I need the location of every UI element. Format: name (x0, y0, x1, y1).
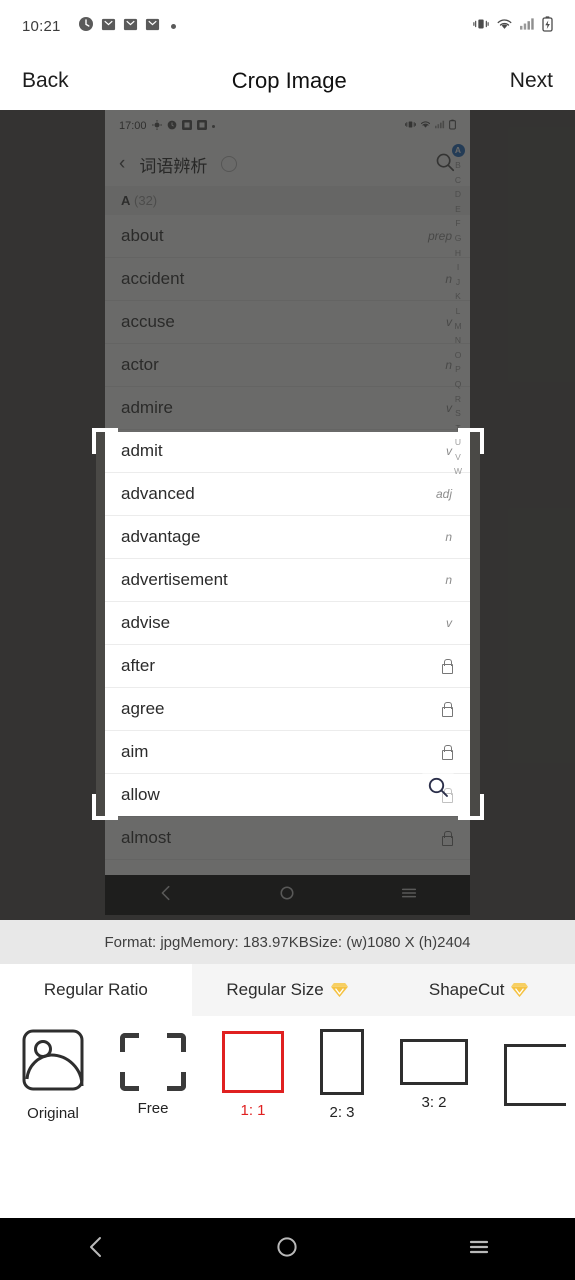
list-item[interactable]: advise v (105, 602, 470, 645)
crop-dim-top (0, 110, 575, 432)
tab-regular-size[interactable]: Regular Size (192, 964, 384, 1016)
crop-dim-left (0, 432, 96, 816)
alphabet-index-item[interactable]: W (454, 464, 462, 479)
home-icon[interactable] (274, 1234, 300, 1265)
ratio-label: Original (27, 1104, 79, 1122)
tab-regular-ratio[interactable]: Regular Ratio (0, 964, 192, 1016)
status-bar-right (473, 16, 553, 36)
vibrate-icon (473, 17, 489, 35)
word-label: admit (121, 441, 163, 460)
portrait-icon (320, 1029, 364, 1095)
alphabet-index-item[interactable]: U (455, 435, 461, 450)
mode-tabs: Regular Ratio Regular Size ShapeCut (0, 964, 575, 1016)
ratio-label: Free (137, 1100, 169, 1117)
ratio-options-strip[interactable]: Original Free 1: 1 2: 3 3: 2 (0, 1016, 575, 1134)
battery-charging-icon (542, 16, 553, 36)
ratio-label: 1: 1 (240, 1102, 266, 1119)
crop-dim-right (480, 432, 575, 816)
image-icon (22, 1029, 84, 1096)
ratio-label: 2: 3 (329, 1104, 355, 1121)
clock-icon (78, 16, 94, 36)
ratio-option-1-1[interactable]: 1: 1 (222, 1031, 284, 1119)
back-icon[interactable] (83, 1234, 109, 1265)
alphabet-index-item[interactable]: V (455, 450, 461, 465)
image-info-text: Format: jpgMemory: 183.97KBSize: (w)1080… (104, 933, 471, 951)
square-icon (222, 1031, 284, 1093)
list-item[interactable]: agree (105, 688, 470, 731)
list-item[interactable]: after (105, 645, 470, 688)
vip-diamond-icon (330, 982, 349, 999)
bottom-filler (0, 1134, 575, 1162)
dot-icon (170, 23, 176, 29)
word-label: aim (121, 742, 149, 761)
status-bar-left: 10:21 (22, 16, 473, 36)
partial-ratio-icon (504, 1044, 566, 1106)
pos-label: adj (435, 487, 452, 501)
pos-label: n (445, 530, 452, 544)
lock-icon (441, 702, 453, 717)
tab-label: Regular Size (226, 980, 324, 999)
mail-icon (145, 17, 160, 36)
tab-label: Regular Ratio (43, 980, 148, 999)
image-info-bar: Format: jpgMemory: 183.97KBSize: (w)1080… (0, 920, 575, 964)
ratio-option-2-3[interactable]: 2: 3 (320, 1029, 364, 1121)
word-label: advise (121, 613, 171, 632)
status-bar: 10:21 (0, 0, 575, 52)
tab-shapecut[interactable]: ShapeCut (383, 964, 575, 1016)
word-label: allow (121, 785, 160, 804)
ratio-option-next-partial[interactable] (504, 1044, 566, 1106)
free-crop-icon (120, 1033, 186, 1091)
ratio-option-original[interactable]: Original (22, 1029, 84, 1122)
mail-icon (123, 17, 138, 36)
list-item[interactable]: advantage n (105, 516, 470, 559)
next-button[interactable]: Next (510, 69, 553, 93)
signal-icon (520, 17, 535, 35)
list-item[interactable]: allow (105, 774, 470, 817)
system-nav-bar (0, 1218, 575, 1280)
search-fab-button[interactable] (416, 767, 460, 811)
vip-diamond-icon (510, 982, 529, 999)
word-label: advantage (121, 527, 201, 546)
ratio-option-3-2[interactable]: 3: 2 (400, 1039, 468, 1111)
search-icon (426, 775, 450, 804)
ratio-label: 3: 2 (421, 1094, 447, 1111)
back-button[interactable]: Back (22, 69, 69, 93)
word-label: agree (121, 699, 165, 718)
ratio-option-free[interactable]: Free (120, 1033, 186, 1117)
word-label: advertisement (121, 570, 228, 589)
landscape-icon (400, 1039, 468, 1085)
crop-canvas[interactable]: 17:00 (0, 110, 575, 920)
mail-icon (101, 17, 116, 36)
lock-icon (441, 659, 453, 674)
list-item[interactable]: admit v (105, 430, 470, 473)
wifi-icon (496, 17, 513, 35)
list-item[interactable]: advertisement n (105, 559, 470, 602)
list-item[interactable]: aim (105, 731, 470, 774)
tab-label: ShapeCut (428, 980, 505, 999)
pos-label: v (446, 616, 452, 630)
status-time: 10:21 (22, 17, 61, 35)
lock-icon (441, 745, 453, 760)
list-item[interactable]: advanced adj (105, 473, 470, 516)
pos-label: n (445, 573, 452, 587)
recents-icon[interactable] (466, 1234, 492, 1265)
word-label: after (121, 656, 156, 675)
word-label: advanced (121, 484, 195, 503)
app-header: Back Crop Image Next (0, 52, 575, 110)
crop-dim-bottom (0, 816, 575, 920)
page-title: Crop Image (231, 68, 347, 93)
